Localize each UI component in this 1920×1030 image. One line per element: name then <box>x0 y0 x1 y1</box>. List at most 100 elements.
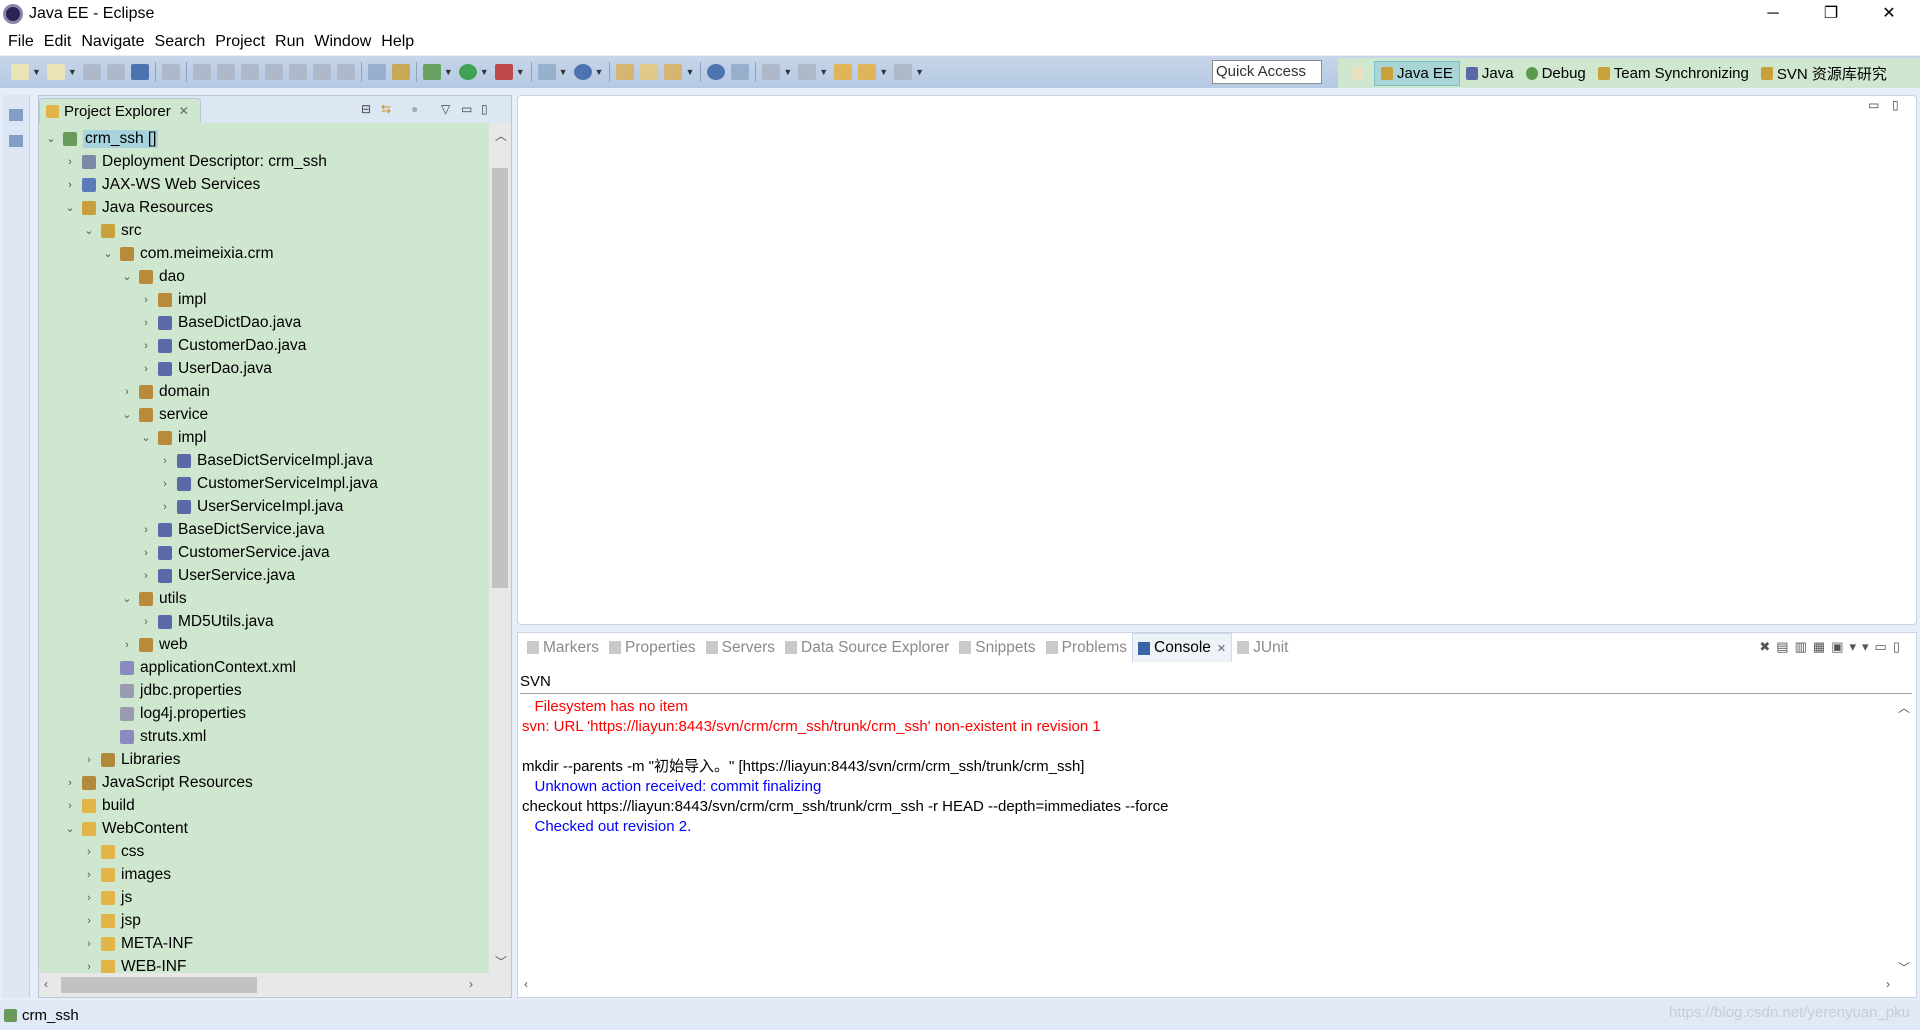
search-icon[interactable] <box>664 64 683 80</box>
tree-item[interactable]: › Libraries <box>81 748 180 771</box>
tree-item[interactable]: ⌄ service <box>119 403 208 426</box>
chevron-right-icon[interactable]: › <box>81 915 97 927</box>
debug-icon[interactable] <box>422 64 441 80</box>
scrollbar-thumb[interactable] <box>61 977 257 993</box>
collapse-all-icon[interactable]: ⊟ <box>361 102 371 116</box>
tree-item[interactable]: › js <box>81 886 132 909</box>
chevron-down-icon[interactable]: ⌄ <box>100 247 116 260</box>
tree-item[interactable]: log4j.properties <box>100 702 246 725</box>
tree-item[interactable]: ⌄ Java Resources <box>62 196 213 219</box>
tree-item[interactable]: › UserService.java <box>138 564 295 587</box>
menu-project[interactable]: Project <box>213 33 273 51</box>
terminate-icon[interactable] <box>240 64 259 80</box>
tree-horizontal-scrollbar[interactable]: ‹ › <box>39 973 511 997</box>
tab-snippets[interactable]: Snippets <box>954 633 1040 662</box>
back-icon[interactable] <box>858 64 877 80</box>
maximize-view-icon[interactable]: ▯ <box>481 102 488 116</box>
restore-view-icon[interactable] <box>8 109 23 121</box>
suspend-icon[interactable] <box>216 64 235 80</box>
chevron-right-icon[interactable]: › <box>138 547 154 559</box>
tab-project-explorer[interactable]: Project Explorer ✕ <box>39 98 201 123</box>
close-icon[interactable]: ✕ <box>1217 642 1226 655</box>
minimize-button[interactable]: ─ <box>1744 0 1802 28</box>
tree-item[interactable]: ⌄ crm_ssh [] <box>43 127 159 150</box>
tree-item[interactable]: › CustomerServiceImpl.java <box>157 472 378 495</box>
chevron-right-icon[interactable]: › <box>62 156 78 168</box>
tree-item[interactable]: struts.xml <box>100 725 206 748</box>
chevron-right-icon[interactable]: › <box>157 455 173 467</box>
console-icon[interactable] <box>130 64 149 80</box>
word-wrap-icon[interactable]: ▦ <box>1813 639 1831 654</box>
drop-to-frame-icon[interactable] <box>391 64 410 80</box>
tree-vertical-scrollbar[interactable]: ︿ ﹀ <box>489 123 511 973</box>
chevron-right-icon[interactable]: › <box>62 777 78 789</box>
open-perspective-button[interactable] <box>1346 64 1374 83</box>
chevron-down-icon[interactable]: ⌄ <box>62 201 78 214</box>
chevron-right-icon[interactable]: › <box>81 892 97 904</box>
tree-item[interactable]: › CustomerDao.java <box>138 334 306 357</box>
console-scroll-down[interactable]: ﹀ <box>1898 959 1910 976</box>
close-icon[interactable]: ✕ <box>179 104 189 118</box>
scroll-lock-icon[interactable]: ▥ <box>1795 639 1813 654</box>
save-all-icon[interactable] <box>106 64 125 80</box>
menu-edit[interactable]: Edit <box>42 33 80 51</box>
tab-console[interactable]: Console ✕ <box>1132 633 1233 662</box>
last-edit-icon[interactable] <box>834 64 853 80</box>
tree-item[interactable]: › images <box>81 863 171 886</box>
launch-icon[interactable] <box>731 64 750 80</box>
tree-item[interactable]: ⌄ src <box>81 219 141 242</box>
tree-item[interactable]: › BaseDictServiceImpl.java <box>157 449 373 472</box>
menu-file[interactable]: File <box>6 33 42 51</box>
run-icon[interactable] <box>458 64 477 80</box>
chevron-down-icon[interactable]: ⌄ <box>62 822 78 835</box>
tab-properties[interactable]: Properties <box>604 633 701 662</box>
perspective-debug[interactable]: Debug <box>1520 62 1592 85</box>
close-button[interactable]: ✕ <box>1860 0 1918 28</box>
filter-icon[interactable]: ● <box>411 102 418 116</box>
new-server-icon[interactable] <box>537 64 556 80</box>
chevron-right-icon[interactable]: › <box>157 501 173 513</box>
chevron-right-icon[interactable]: › <box>119 639 135 651</box>
pin-console-icon[interactable]: ▣ <box>1831 639 1849 654</box>
chevron-down-icon[interactable]: ⌄ <box>119 270 135 283</box>
open-type-icon[interactable] <box>616 64 635 80</box>
tree-item[interactable]: › domain <box>119 380 210 403</box>
remove-launch-icon[interactable]: ✖ <box>1759 639 1776 654</box>
chevron-right-icon[interactable]: › <box>138 570 154 582</box>
chevron-right-icon[interactable]: › <box>138 317 154 329</box>
tree-item[interactable]: › JavaScript Resources <box>62 771 253 794</box>
menu-run[interactable]: Run <box>273 33 312 51</box>
tree-item[interactable]: › META-INF <box>81 932 193 955</box>
step-into-icon[interactable] <box>288 64 307 80</box>
chevron-down-icon[interactable]: ⌄ <box>119 408 135 421</box>
tree-item[interactable]: ⌄ utils <box>119 587 186 610</box>
open-folder-icon[interactable] <box>640 64 659 80</box>
tree-item[interactable]: › BaseDictDao.java <box>138 311 301 334</box>
scrollbar-thumb[interactable] <box>492 168 508 588</box>
chevron-down-icon[interactable]: ⌄ <box>43 132 59 145</box>
restore-button[interactable]: ❐ <box>1802 0 1860 28</box>
link-with-editor-icon[interactable]: ⇆ <box>381 102 391 116</box>
tree-item[interactable]: › MD5Utils.java <box>138 610 273 633</box>
tree-item[interactable]: › UserDao.java <box>138 357 272 380</box>
minimize-view-icon[interactable]: ▭ <box>461 102 472 116</box>
disconnect-icon[interactable] <box>264 64 283 80</box>
chevron-right-icon[interactable]: › <box>138 616 154 628</box>
quick-access-input[interactable]: Quick Access <box>1212 60 1322 84</box>
perspective-java-ee[interactable]: Java EE <box>1374 60 1460 86</box>
tab-problems[interactable]: Problems <box>1041 633 1132 662</box>
new-wizard-icon[interactable] <box>46 64 65 80</box>
tree-item[interactable]: › build <box>62 794 135 817</box>
forward-icon[interactable] <box>894 64 913 80</box>
perspective-svn[interactable]: SVN 资源库研究 <box>1755 60 1893 87</box>
tree-item[interactable]: › web <box>119 633 187 656</box>
minimize-panel-icon[interactable]: ▭ <box>1875 639 1893 654</box>
display-console-icon[interactable]: ▾ <box>1849 639 1862 654</box>
chevron-right-icon[interactable]: › <box>81 869 97 881</box>
tree-item[interactable]: ⌄ impl <box>138 426 206 449</box>
step-return-icon[interactable] <box>336 64 355 80</box>
skip-breakpoints-icon[interactable] <box>161 64 180 80</box>
tab-data-source-explorer[interactable]: Data Source Explorer <box>780 633 954 662</box>
menu-search[interactable]: Search <box>153 33 214 51</box>
tree-item[interactable]: › JAX-WS Web Services <box>62 173 260 196</box>
